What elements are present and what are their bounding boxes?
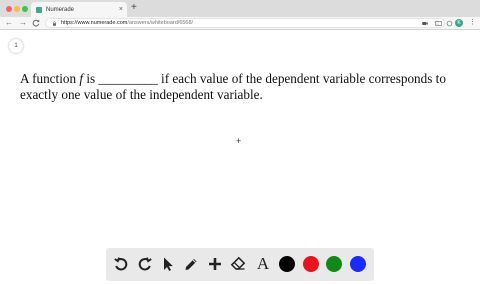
numerade-favicon-icon [36,6,42,13]
tab-close-icon[interactable]: × [119,6,123,13]
select-tool-button[interactable] [160,256,176,272]
drawing-toolbar: A [106,248,374,281]
profile-avatar[interactable]: K [455,19,463,27]
pencil-tool-button[interactable] [183,256,199,272]
lock-icon [53,20,56,26]
color-red-swatch[interactable] [303,256,319,272]
text-tool-button[interactable]: A [255,255,271,272]
undo-button[interactable] [113,256,129,272]
back-button[interactable]: ← [5,18,13,28]
url-host: https://www.numerade.com [61,20,128,26]
url-path: /answers/whiteboard/6568/ [127,20,194,26]
forward-button[interactable]: → [19,18,27,28]
undo-icon [114,257,128,271]
extension-icon[interactable] [446,20,453,27]
camera-icon[interactable] [421,21,428,26]
maximize-window-button[interactable] [22,6,28,12]
eraser-icon [230,256,246,270]
page-number-badge[interactable]: 1 [9,39,23,53]
minimize-window-button[interactable] [14,6,20,12]
question-part-2: is _________ if each value of the depend… [20,71,446,102]
cast-icon[interactable] [435,20,442,27]
browser-tab[interactable]: Numerade × [31,2,127,17]
reload-button[interactable] [32,18,40,30]
browser-tab-bar: Numerade × + [0,0,480,17]
color-black-swatch[interactable] [279,256,295,272]
browser-menu-icon[interactable]: ⋮ [469,18,476,28]
question-text: A function f is _________ if each value … [20,71,470,102]
browser-toolbar: ← → https://www.numerade.com/answers/whi… [0,17,480,30]
redo-button[interactable] [137,256,153,272]
close-window-button[interactable] [6,6,12,12]
address-bar[interactable]: https://www.numerade.com/answers/whitebo… [45,18,445,28]
url-text: https://www.numerade.com/answers/whitebo… [61,20,422,26]
eraser-tool-button[interactable] [230,256,246,272]
reload-icon [32,19,40,27]
color-blue-swatch[interactable] [350,256,366,272]
pointer-icon [164,257,173,271]
plus-icon [209,258,221,270]
pencil-icon [185,259,197,270]
redo-icon [138,257,152,271]
add-shape-button[interactable] [207,256,223,272]
crosshair-cursor: + [236,136,242,146]
new-tab-button[interactable]: + [131,3,137,13]
tab-title: Numerade [46,6,75,13]
color-green-swatch[interactable] [326,256,342,272]
question-part-1: A function [20,71,80,86]
